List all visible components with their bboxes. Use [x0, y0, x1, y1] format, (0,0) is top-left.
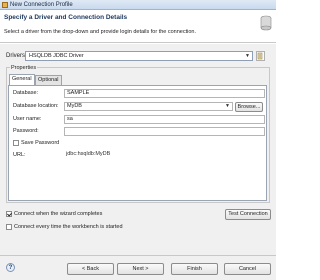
browse-button[interactable]: Browse...: [235, 102, 263, 112]
page-description: Select a driver from the drop-down and p…: [4, 29, 196, 35]
connect-when-complete-checkbox[interactable]: [6, 211, 12, 217]
driver-select[interactable]: HSQLDB JDBC Driver ▼: [25, 51, 253, 61]
chevron-down-icon: ▼: [225, 103, 230, 109]
app-icon: [2, 2, 8, 8]
driver-select-value: HSQLDB JDBC Driver: [29, 53, 84, 59]
username-input[interactable]: sa: [64, 115, 265, 124]
help-icon[interactable]: ?: [6, 263, 15, 272]
database-location-label: Database location:: [13, 103, 59, 109]
database-label: Database:: [13, 90, 39, 96]
tab-general[interactable]: General: [9, 74, 35, 85]
edit-driver-button[interactable]: [256, 51, 265, 61]
url-value: jdbc:hsqldb:MyDB: [64, 151, 265, 160]
database-location-value: MyDB: [67, 103, 82, 109]
connect-on-startup-label: Connect every time the workbench is star…: [14, 224, 123, 230]
connect-when-complete-label: Connect when the wizard completes: [14, 211, 103, 217]
properties-label: Properties: [10, 65, 38, 71]
save-password-label: Save Password: [21, 140, 60, 146]
database-location-combo[interactable]: MyDB ▼: [64, 102, 233, 111]
database-icon: [260, 15, 272, 31]
test-connection-button[interactable]: Test Connection: [225, 209, 271, 220]
connect-on-startup-checkbox[interactable]: [6, 224, 12, 230]
back-button[interactable]: < Back: [67, 263, 114, 275]
database-input[interactable]: SAMPLE: [64, 89, 265, 98]
edit-driver-icon: [257, 52, 263, 60]
window-title: New Connection Profile: [10, 2, 73, 8]
save-password-checkbox[interactable]: [13, 140, 19, 146]
password-input[interactable]: [64, 127, 265, 136]
username-label: User name:: [13, 116, 42, 122]
tab-optional[interactable]: Optional: [35, 75, 62, 85]
password-label: Password:: [13, 128, 39, 134]
wizard-header: Specify a Driver and Connection Details …: [0, 11, 276, 43]
url-label: URL:: [13, 152, 26, 158]
window-titlebar: New Connection Profile: [0, 0, 276, 10]
tab-general-label: General: [12, 76, 32, 82]
tab-optional-label: Optional: [38, 77, 59, 83]
page-title: Specify a Driver and Connection Details: [4, 14, 128, 21]
finish-button[interactable]: Finish: [171, 263, 218, 275]
cancel-button[interactable]: Cancel: [224, 263, 271, 275]
drivers-label: Drivers:: [6, 53, 27, 59]
chevron-down-icon: ▼: [245, 53, 250, 59]
next-button[interactable]: Next >: [117, 263, 164, 275]
footer-separator: [0, 255, 276, 256]
